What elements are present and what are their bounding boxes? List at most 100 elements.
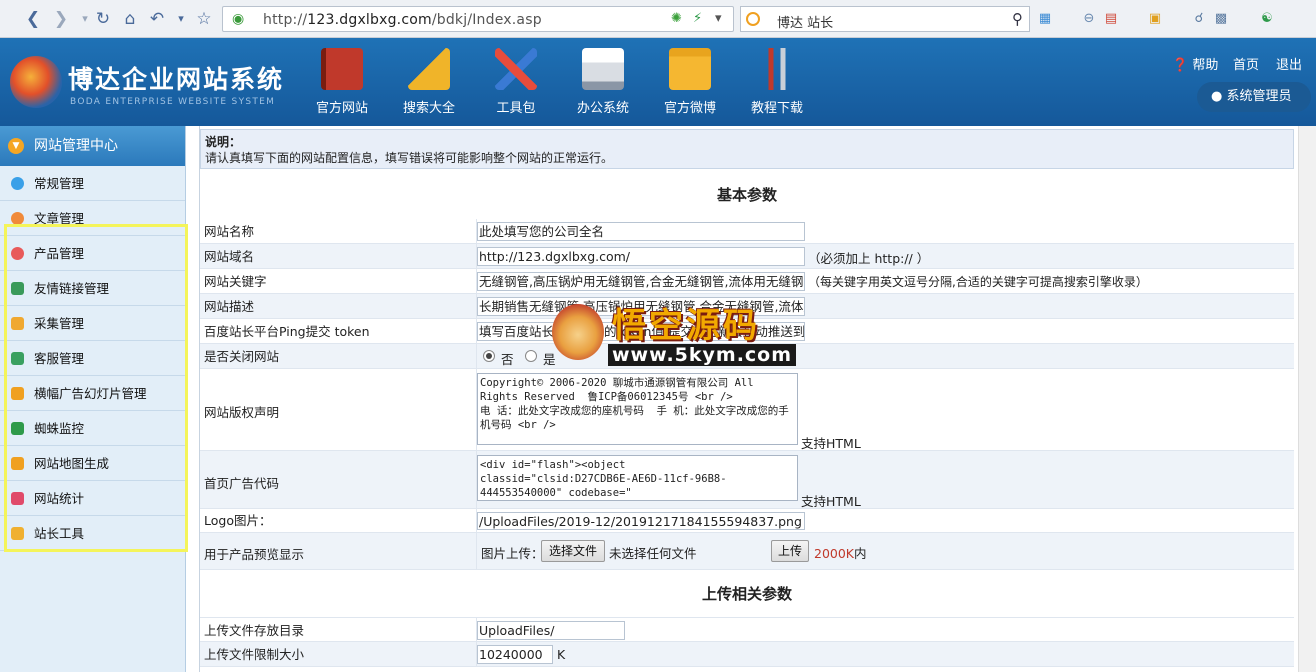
label-copyright: 网站版权声明 <box>204 405 280 420</box>
extension-icon[interactable]: ▣ <box>1146 10 1164 28</box>
help-link[interactable]: ❓ 帮助 <box>1172 54 1218 73</box>
keywords-input[interactable]: 无缝钢管,高压锅炉用无缝钢管,合金无缝钢管,流体用无缝钢管, <box>477 272 805 291</box>
section-title-basic: 基本参数 <box>716 186 777 204</box>
zoom-icon[interactable]: ☌ <box>1190 10 1208 28</box>
screenshot-icon[interactable]: ▩ <box>1212 10 1230 28</box>
scrollbar[interactable] <box>1298 126 1316 672</box>
close-no-radio[interactable] <box>483 350 495 362</box>
row-domain: 网站域名 http://123.dgxlbxg.com/ （必须加上 http:… <box>200 244 1294 269</box>
shield-icon: ◉ <box>232 11 245 27</box>
upload-dir-input[interactable]: UploadFiles/ <box>477 621 625 640</box>
close-no-label: 否 <box>501 352 514 367</box>
description-input[interactable]: 长期销售无缝钢管,高压锅炉用无缝钢管,合金无缝钢管,流体用无缝钢管 <box>477 297 805 316</box>
download-folder-icon <box>669 48 711 90</box>
nav-tools[interactable]: 工具包 <box>476 48 556 116</box>
domain-hint: （必须加上 http:// ） <box>808 251 930 266</box>
brand-subtitle: BODA ENTERPRISE WEBSITE SYSTEM <box>70 97 276 107</box>
row-site-name: 网站名称 此处填写您的公司全名 <box>200 219 1294 244</box>
label-keywords: 网站关键字 <box>204 274 267 289</box>
url-dropdown-icon[interactable]: ▾ <box>715 11 722 26</box>
copyright-textarea[interactable]: Copyright© 2006-2020 聊城市通源钢管有限公司 All Rig… <box>477 373 798 445</box>
nav-official-site[interactable]: 官方网站 <box>302 48 382 116</box>
upload-limit-unit: K <box>557 647 566 662</box>
forward-icon[interactable]: ❯ <box>50 8 72 30</box>
undo-icon[interactable]: ↶ <box>146 8 168 30</box>
label-domain: 网站域名 <box>204 249 255 264</box>
search-engine-icon <box>746 12 760 26</box>
cell <box>476 344 479 368</box>
upload-button[interactable]: 上传 <box>771 540 809 562</box>
search-icon[interactable]: ⚲ <box>1012 10 1023 28</box>
back-icon[interactable]: ❮ <box>22 8 44 30</box>
row-logo: Logo图片： /UploadFiles/2019-12/20191217184… <box>200 509 1294 533</box>
nav-search[interactable]: 搜索大全 <box>389 48 469 116</box>
sidebar-item-icon <box>11 177 24 190</box>
tools-icon <box>495 48 537 90</box>
cell <box>476 533 479 569</box>
section-title-upload: 上传相关参数 <box>701 585 792 603</box>
ping-token-input[interactable]: 填写百度站长平台提交的token值,提交后更新会自动推送到百度 <box>477 322 805 341</box>
close-yes-radio[interactable] <box>525 350 537 362</box>
security-icon[interactable]: ☯ <box>1258 10 1276 28</box>
label-site-name: 网站名称 <box>204 224 255 239</box>
address-bar[interactable]: ◉ http://123.dgxlbxg.com/bdkj/Index.asp … <box>222 6 734 32</box>
nav-label: 工具包 <box>496 101 536 116</box>
home-link[interactable]: 首页 <box>1233 54 1259 73</box>
label-preview: 用于产品预览显示 <box>204 547 305 562</box>
label-logo: Logo图片： <box>204 513 272 528</box>
row-ad-code: 首页广告代码 <div id="flash"><object classid="… <box>200 451 1294 509</box>
row-keywords: 网站关键字 无缝钢管,高压锅炉用无缝钢管,合金无缝钢管,流体用无缝钢管, （每关… <box>200 269 1294 294</box>
collapse-icon: ▼ <box>8 138 24 154</box>
refresh-icon[interactable]: ↻ <box>92 8 114 30</box>
user-menu[interactable]: ● 系统管理员 <box>1197 82 1311 112</box>
nav-office[interactable]: 办公系统 <box>563 48 643 116</box>
star-icon[interactable]: ☆ <box>193 8 215 30</box>
size-limit-suffix: 内 <box>854 546 867 561</box>
label-upload-limit: 上传文件限制大小 <box>204 647 305 662</box>
home-icon[interactable]: ⌂ <box>119 8 141 30</box>
size-limit-value: 2000K <box>814 546 855 561</box>
minus-icon[interactable]: ⊖ <box>1080 10 1098 28</box>
row-description: 网站描述 长期销售无缝钢管,高压锅炉用无缝钢管,合金无缝钢管,流体用无缝钢管 <box>200 294 1294 319</box>
logout-link[interactable]: 退出 <box>1276 54 1302 73</box>
printer-icon <box>582 48 624 90</box>
site-name-input[interactable]: 此处填写您的公司全名 <box>477 222 805 241</box>
undo-dropdown-icon[interactable]: ▾ <box>170 8 192 30</box>
choose-file-button[interactable]: 选择文件 <box>541 540 605 562</box>
upload-limit-input[interactable]: 10240000 <box>477 645 553 664</box>
nav-label: 官方网站 <box>315 101 368 116</box>
nav-label: 办公系统 <box>576 101 629 116</box>
wrench-icon <box>756 48 798 90</box>
sidebar-header[interactable]: ▼ 网站管理中心 <box>0 126 185 166</box>
no-file-text: 未选择任何文件 <box>609 546 697 561</box>
lightning-icon[interactable]: ⚡ <box>693 11 702 26</box>
label-close-site: 是否关闭网站 <box>204 349 280 364</box>
sidebar-title: 网站管理中心 <box>34 138 118 154</box>
search-query: 博达 站长 <box>777 16 834 31</box>
sidebar-item[interactable]: 常规管理 <box>0 166 185 201</box>
loading-icon[interactable]: ✺ <box>671 11 682 26</box>
close-yes-label: 是 <box>543 352 556 367</box>
browser-toolbar: ❮ ❯ ▾ ↻ ⌂ ↶ ▾ ☆ ◉ http://123.dgxlbxg.com… <box>0 0 1316 38</box>
brand-title: 博达企业网站系统 <box>68 65 285 94</box>
nav-tutorials[interactable]: 教程下载 <box>737 48 817 116</box>
help-icon: ❓ <box>1172 58 1189 73</box>
reader-icon[interactable]: ▤ <box>1102 10 1120 28</box>
label-upload-dir: 上传文件存放目录 <box>204 623 305 638</box>
nav-label: 教程下载 <box>750 101 803 116</box>
row-copyright: 网站版权声明 Copyright© 2006-2020 聊城市通源钢管有限公司 … <box>200 369 1294 451</box>
main-content: 说明： 请认真填写下面的网站配置信息，填写错误将可能影响整个网站的正常运行。 基… <box>199 126 1295 672</box>
nav-label: 官方微博 <box>663 101 716 116</box>
book-icon <box>321 48 363 90</box>
site-header: 博达企业网站系统 BODA ENTERPRISE WEBSITE SYSTEM … <box>0 38 1316 126</box>
ruler-icon <box>408 48 450 90</box>
upload-label: 图片上传： <box>481 546 544 561</box>
browser-search[interactable]: 博达 站长 ⚲ <box>740 6 1030 32</box>
help-label: 帮助 <box>1192 58 1219 73</box>
ad-code-textarea[interactable]: <div id="flash"><object classid="clsid:D… <box>477 455 798 501</box>
size-limit: 2000K内 <box>814 543 867 562</box>
domain-input[interactable]: http://123.dgxlbxg.com/ <box>477 247 805 266</box>
apps-icon[interactable]: ▦ <box>1036 10 1054 28</box>
logo-path-input[interactable]: /UploadFiles/2019-12/2019121718415559483… <box>477 512 805 530</box>
nav-weibo[interactable]: 官方微博 <box>650 48 730 116</box>
